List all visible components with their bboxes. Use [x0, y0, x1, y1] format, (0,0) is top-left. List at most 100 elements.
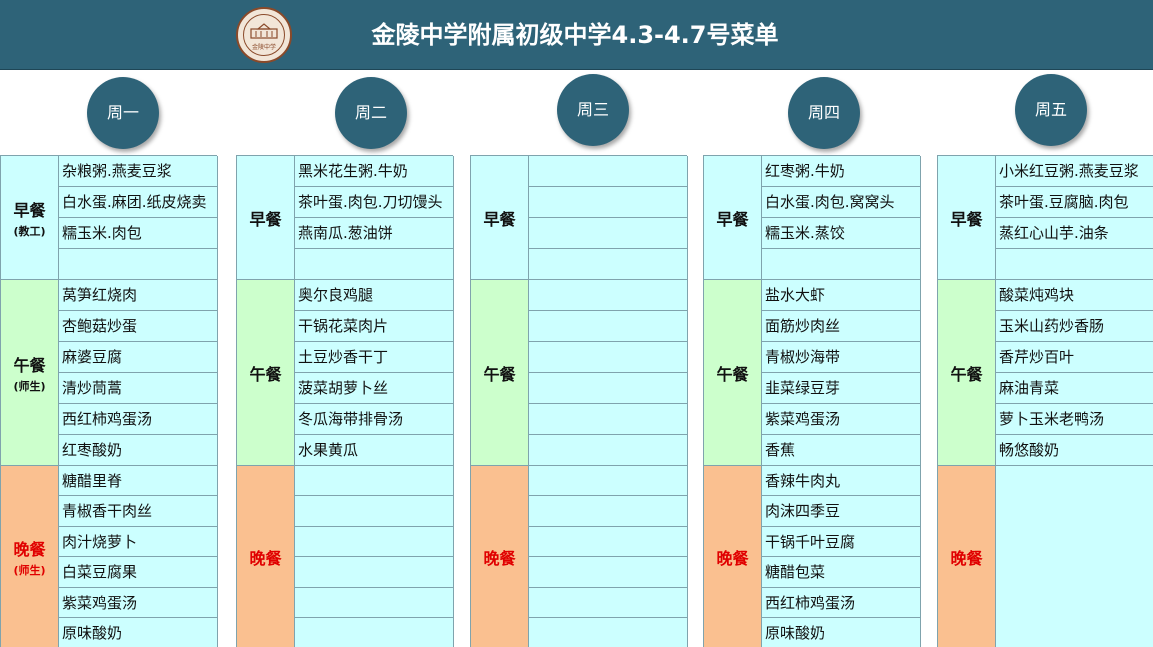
menu-item: 西红柿鸡蛋汤: [762, 587, 921, 618]
menu-item: 肉汁烧萝卜: [59, 526, 218, 558]
menu-item: [529, 618, 688, 647]
meal-label-dinner: 晚餐: [471, 466, 529, 647]
menu-item: 燕南瓜.葱油饼: [295, 218, 454, 249]
meal-label-text: 晚餐: [483, 548, 516, 568]
meal-label-text: 晚餐: [716, 548, 749, 568]
menu-item: 糖醋里脊: [59, 466, 218, 497]
menu-item: 干锅花菜肉片: [295, 311, 454, 342]
menu-item: [529, 373, 688, 404]
menu-item: [996, 249, 1153, 280]
menu-item: [529, 435, 688, 466]
menu-item: 玉米山药炒香肠: [996, 311, 1153, 342]
meal-label-text: 早餐: [716, 209, 749, 229]
menu-item: 杂粮粥.燕麦豆浆: [59, 156, 218, 187]
meal-label-lunch: 午餐 (师生): [1, 280, 59, 466]
meal-label-text: 早餐: [483, 209, 516, 229]
menu-item: 糯玉米.蒸饺: [762, 218, 921, 249]
menu-item: 蒸红心山芋.油条: [996, 218, 1153, 249]
menu-item: 冬瓜海带排骨汤: [295, 404, 454, 435]
menu-item: 紫菜鸡蛋汤: [59, 587, 218, 618]
day-circle-3: 周三: [557, 74, 629, 146]
menu-item: 盐水大虾: [762, 280, 921, 311]
menu-item: 糖醋包菜: [762, 557, 921, 588]
menu-item: [529, 587, 688, 618]
menu-item: 白水蛋.肉包.窝窝头: [762, 187, 921, 218]
menu-item: [295, 557, 454, 588]
menu-item: 面筋炒肉丝: [762, 311, 921, 342]
building-icon: [250, 23, 278, 39]
meal-label-text: 晚餐: [950, 548, 983, 568]
menu-item: 小米红豆粥.燕麦豆浆: [996, 156, 1153, 187]
menu-item: 白水蛋.麻团.纸皮烧卖: [59, 187, 218, 218]
menu-item: 香芹炒百叶: [996, 342, 1153, 373]
menu-item: 麻婆豆腐: [59, 342, 218, 373]
menu-item: [295, 466, 454, 497]
menu-item: 杏鲍菇炒蛋: [59, 311, 218, 342]
meal-label-sub: (教工): [13, 224, 46, 238]
menu-item: [529, 218, 688, 249]
page-title: 金陵中学附属初级中学4.3-4.7号菜单: [371, 21, 779, 49]
menu-item: 青椒炒海带: [762, 342, 921, 373]
meal-label-text: 午餐: [483, 364, 516, 384]
menu-item: 麻油青菜: [996, 373, 1153, 404]
menu-item: 黑米花生粥.牛奶: [295, 156, 454, 187]
menu-item: 畅悠酸奶: [996, 435, 1153, 466]
menu-item: 香蕉: [762, 435, 921, 466]
menu-item: 肉沫四季豆: [762, 496, 921, 527]
meal-label-text: 早餐: [249, 209, 282, 229]
menu-item: [529, 187, 688, 218]
meal-label-lunch: 午餐: [237, 280, 295, 466]
meal-label-sub: (师生): [13, 379, 46, 393]
menu-item: [59, 249, 218, 280]
menu-item: [529, 557, 688, 588]
meal-label-text: 午餐: [716, 364, 749, 384]
meal-label-breakfast: 早餐: [237, 156, 295, 280]
school-logo: 金陵中学: [236, 7, 292, 63]
menu-item: 萝卜玉米老鸭汤: [996, 404, 1153, 435]
meal-label-dinner: 晚餐: [237, 466, 295, 647]
menu-item: [529, 404, 688, 435]
menu-item: [295, 249, 454, 280]
menu-item: [529, 249, 688, 280]
menu-item: [295, 587, 454, 618]
header-bar: 金陵中学 金陵中学附属初级中学4.3-4.7号菜单: [0, 0, 1153, 70]
menu-item: 茶叶蛋.豆腐脑.肉包: [996, 187, 1153, 218]
menu-item: 茶叶蛋.肉包.刀切馒头: [295, 187, 454, 218]
menu-item: 奥尔良鸡腿: [295, 280, 454, 311]
meal-label-text: 早餐: [950, 209, 983, 229]
meal-label-dinner: 晚餐 (师生): [1, 466, 59, 647]
meal-label-text: 午餐: [950, 364, 983, 384]
menu-item: [295, 496, 454, 527]
menu-item: 土豆炒香干丁: [295, 342, 454, 373]
day-column-2: 早餐 黑米花生粥.牛奶 茶叶蛋.肉包.刀切馒头 燕南瓜.葱油饼午餐 奥尔良鸡腿 干锅花菜肉…: [236, 155, 454, 647]
day-circle-2: 周二: [335, 77, 407, 149]
menu-item: 水果黄瓜: [295, 435, 454, 466]
day-circle-5: 周五: [1015, 74, 1087, 146]
day-column-4: 早餐 红枣粥.牛奶 白水蛋.肉包.窝窝头 糯玉米.蒸饺 午餐 盐水大虾 面筋炒肉丝 青椒炒海带…: [703, 155, 921, 647]
meal-label-text: 午餐: [249, 364, 282, 384]
meal-label-sub: (师生): [13, 563, 46, 577]
menu-item: 韭菜绿豆芽: [762, 373, 921, 404]
menu-item: [529, 156, 688, 187]
meal-label-text: 早餐: [13, 200, 46, 220]
menu-item: [295, 618, 454, 647]
meal-label-dinner: 晚餐: [938, 466, 996, 647]
meal-label-lunch: 午餐: [938, 280, 996, 466]
menu-item: 菠菜胡萝卜丝: [295, 373, 454, 404]
menu-item: 西红柿鸡蛋汤: [59, 404, 218, 435]
menu-item: [762, 249, 921, 280]
menu-item: [295, 526, 454, 558]
menu-item: 酸菜炖鸡块: [996, 280, 1153, 311]
menu-item: 香辣牛肉丸: [762, 466, 921, 497]
menu-item: 红枣酸奶: [59, 435, 218, 466]
meal-label-text: 晚餐: [13, 539, 46, 559]
menu-item: [529, 466, 688, 497]
meal-label-breakfast: 早餐: [471, 156, 529, 280]
menu-item: [529, 496, 688, 527]
meal-label-dinner: 晚餐: [704, 466, 762, 647]
day-column-3: 早餐 午餐 晚餐: [470, 155, 688, 647]
meal-label-breakfast: 早餐 (教工): [1, 156, 59, 280]
day-column-1: 早餐 (教工) 杂粮粥.燕麦豆浆 白水蛋.麻团.纸皮烧卖 糯玉米.肉包 午餐 (师生) 莴笋红…: [0, 155, 218, 647]
logo-text: 金陵中学: [251, 44, 276, 51]
meal-label-text: 午餐: [13, 355, 46, 375]
